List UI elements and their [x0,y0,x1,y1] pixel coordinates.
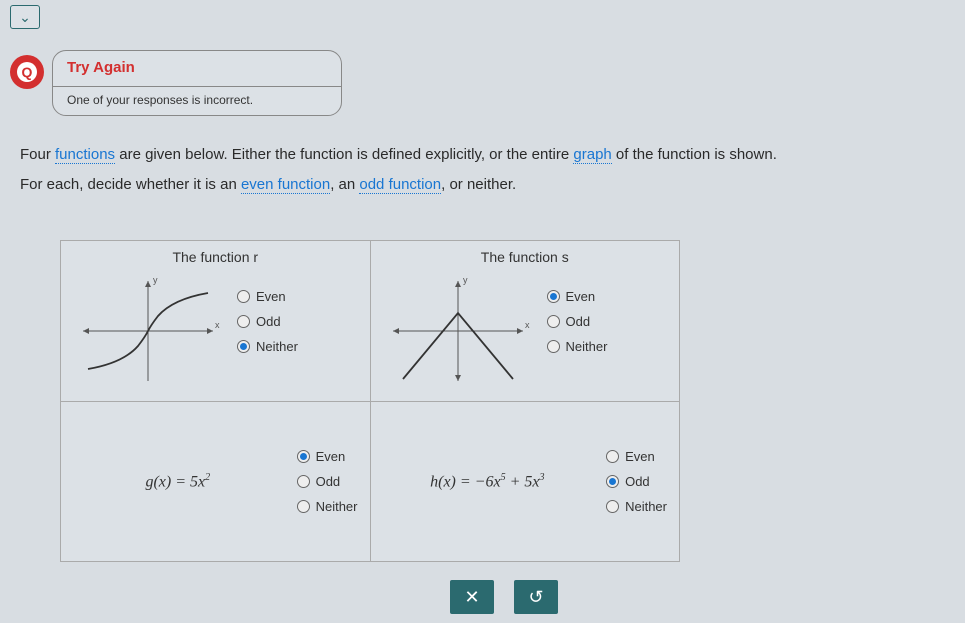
link-odd-function[interactable]: odd function [359,176,441,194]
svg-text:x: x [215,320,220,330]
problem-statement: Four functions are given below. Either t… [20,140,940,200]
option-label: Neither [566,339,608,354]
radio-icon [547,290,560,303]
formula-g: g(x) = 5x2 [73,472,283,491]
option-r-neither[interactable]: Neither [237,339,298,354]
feedback-badge: Q [10,55,44,89]
svg-text:y: y [153,275,158,285]
option-g-neither[interactable]: Neither [297,499,358,514]
bottom-buttons: ✕ ↺ [450,580,558,614]
text: For each, decide whether it is an [20,176,241,193]
graph-s: x y [383,271,533,391]
graph-r: x y [73,271,223,391]
option-r-odd[interactable]: Odd [237,314,298,329]
option-label: Neither [256,339,298,354]
text: of the function is shown. [612,146,777,163]
badge-letter: Q [17,62,37,82]
option-label: Odd [625,474,650,489]
options-h: Even Odd Neither [606,449,667,514]
option-label: Neither [625,499,667,514]
option-g-odd[interactable]: Odd [297,474,358,489]
radio-icon [547,315,560,328]
formula-h: h(x) = −6x5 + 5x3 [383,472,593,491]
svg-text:x: x [525,320,530,330]
link-graph[interactable]: graph [573,146,611,164]
option-g-even[interactable]: Even [297,449,358,464]
text: are given below. Either the function is … [115,146,573,163]
text: , an [330,176,359,193]
option-r-even[interactable]: Even [237,289,298,304]
radio-icon [547,340,560,353]
collapse-chevron[interactable]: ⌄ [10,5,40,29]
option-label: Odd [316,474,341,489]
header-s: The function s [371,249,680,265]
radio-icon [297,450,310,463]
option-h-neither[interactable]: Neither [606,499,667,514]
cell-function-g: g(x) = 5x2 Even Odd Neither [61,402,370,561]
radio-icon [237,315,250,328]
radio-icon [237,290,250,303]
option-label: Odd [256,314,281,329]
cell-function-h: h(x) = −6x5 + 5x3 Even Odd Neither [370,402,680,561]
radio-icon [237,340,250,353]
radio-icon [606,500,619,513]
svg-text:y: y [463,275,468,285]
option-s-even[interactable]: Even [547,289,608,304]
options-r: Even Odd Neither [237,289,298,354]
options-s: Even Odd Neither [547,289,608,354]
radio-icon [297,475,310,488]
close-button[interactable]: ✕ [450,580,494,614]
option-label: Even [625,449,655,464]
option-label: Even [566,289,596,304]
cell-function-r: The function r x y Even Odd Neither [61,241,370,401]
radio-icon [606,475,619,488]
header-r: The function r [61,249,370,265]
chevron-down-icon: ⌄ [19,9,31,26]
try-again-message: One of your responses is incorrect. [53,86,341,115]
option-label: Neither [316,499,358,514]
options-g: Even Odd Neither [297,449,358,514]
option-label: Odd [566,314,591,329]
try-again-box: Try Again One of your responses is incor… [52,50,342,116]
text: , or neither. [441,176,516,193]
cell-function-s: The function s x y Even Odd Neither [370,241,680,401]
radio-icon [606,450,619,463]
radio-icon [297,500,310,513]
option-label: Even [316,449,346,464]
try-again-title: Try Again [53,59,341,86]
link-functions[interactable]: functions [55,146,115,164]
link-even-function[interactable]: even function [241,176,330,194]
option-s-neither[interactable]: Neither [547,339,608,354]
reset-button[interactable]: ↺ [514,580,558,614]
functions-grid: The function r x y Even Odd Neither [60,240,680,562]
option-label: Even [256,289,286,304]
option-h-odd[interactable]: Odd [606,474,667,489]
reset-icon: ↺ [528,587,543,608]
close-icon: ✕ [464,587,479,608]
option-s-odd[interactable]: Odd [547,314,608,329]
option-h-even[interactable]: Even [606,449,667,464]
text: Four [20,146,55,163]
